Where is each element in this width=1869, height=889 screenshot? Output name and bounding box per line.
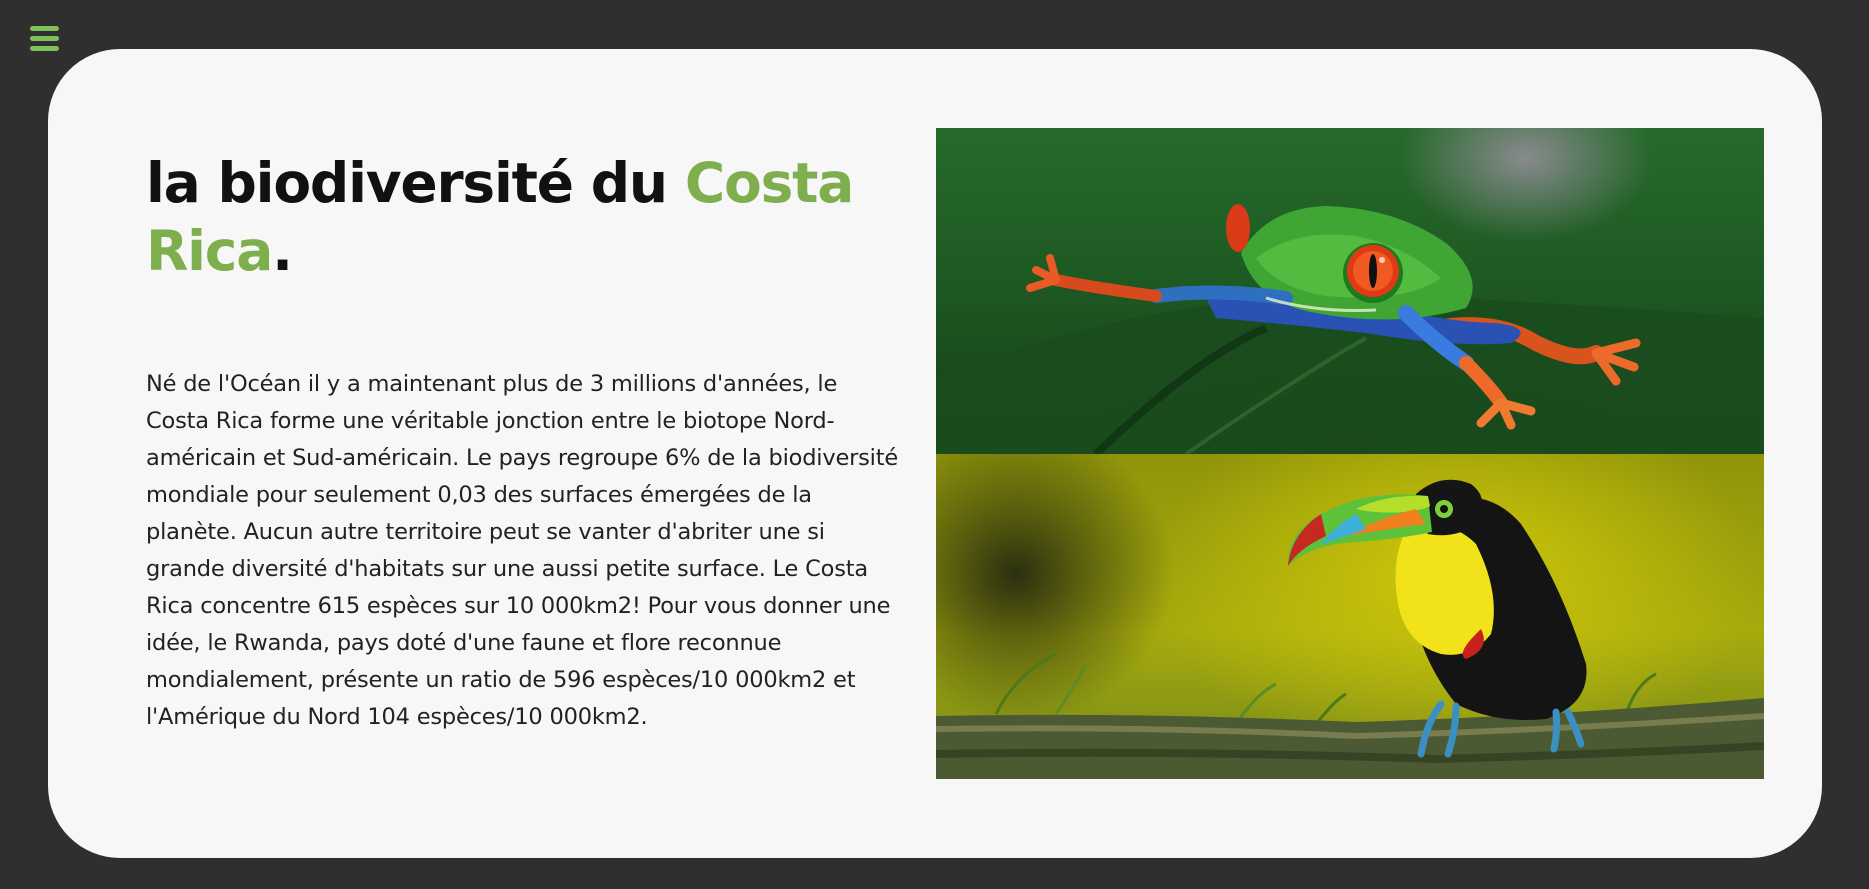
toucan-illustration	[936, 479, 1764, 779]
frog-illustration	[936, 204, 1764, 454]
title-suffix: .	[272, 219, 293, 283]
frog-photo	[936, 128, 1764, 454]
menu-bar	[30, 46, 59, 51]
toucan-photo	[936, 454, 1764, 779]
menu-bar	[30, 26, 59, 31]
content-card: la biodiversité du Costa Rica. Né de l'O…	[48, 49, 1822, 858]
page-title: la biodiversité du Costa Rica.	[146, 149, 906, 285]
menu-bar	[30, 36, 59, 41]
title-prefix: la biodiversité du	[146, 151, 685, 215]
text-column: la biodiversité du Costa Rica. Né de l'O…	[146, 149, 906, 736]
photo-column	[936, 128, 1764, 779]
intro-paragraph: Né de l'Océan il y a maintenant plus de …	[146, 371, 898, 730]
hamburger-menu-icon[interactable]	[30, 26, 59, 52]
